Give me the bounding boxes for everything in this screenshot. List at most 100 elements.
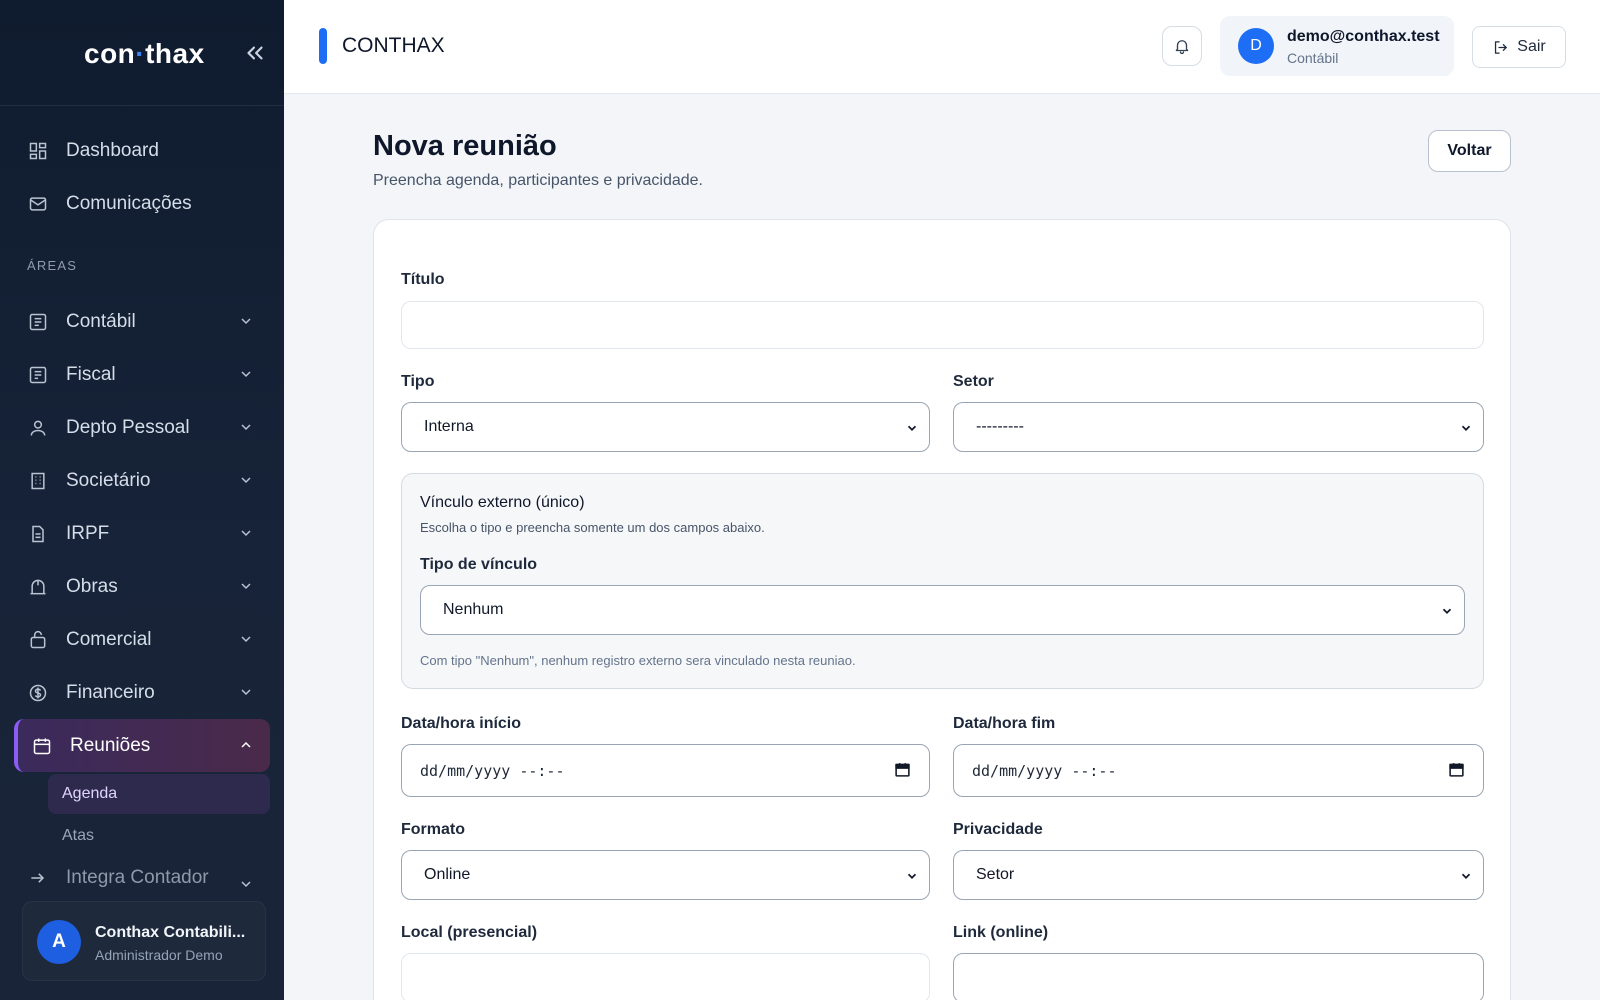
ledger-icon [29, 313, 47, 330]
sidebar-item-label: Comunicações [66, 192, 192, 214]
tipo-select-value: Interna [424, 418, 474, 435]
sidebar-item-label: Contábil [66, 310, 136, 332]
collapse-sidebar-icon[interactable] [242, 40, 268, 66]
chevron-down-icon [907, 425, 917, 431]
sidebar-item-label: Depto Pessoal [66, 416, 190, 438]
sidebar-item-irpf[interactable]: IRPF [14, 507, 270, 560]
tipo-label: Tipo [401, 373, 435, 390]
logo-text-left: con [84, 38, 136, 69]
logout-button[interactable]: Sair [1472, 26, 1566, 68]
sidebar-item-contabil[interactable]: Contábil [14, 295, 270, 348]
receipt-icon [29, 366, 47, 383]
chevron-up-icon [241, 741, 251, 748]
sidebar-item-reunioes[interactable]: Reuniões [14, 719, 270, 772]
user-role: Administrador Demo [95, 947, 223, 963]
sidebar-user-card[interactable]: A Conthax Contabili... Administrador Dem… [22, 901, 266, 981]
sidebar-item-label: Societário [66, 469, 151, 491]
calendar-icon [33, 738, 51, 754]
chevron-down-icon [1442, 608, 1452, 614]
sidebar-item-comercial[interactable]: Comercial [14, 613, 270, 666]
vinculo-description: Escolha o tipo e preencha somente um dos… [420, 520, 765, 535]
vinculo-note: Com tipo "Nenhum", nenhum registro exter… [420, 653, 856, 668]
sidebar-item-label: Fiscal [66, 363, 116, 385]
brand-accent-bar [319, 28, 327, 64]
sidebar-item-financeiro[interactable]: Financeiro [14, 666, 270, 719]
logout-label: Sair [1517, 38, 1546, 55]
privacidade-select[interactable]: Setor [953, 850, 1484, 900]
inicio-label: Data/hora início [401, 715, 522, 732]
logo-text-right: thax [145, 38, 205, 69]
topbar-title: CONTHAX [342, 34, 445, 57]
formato-select[interactable]: Online [401, 850, 930, 900]
sidebar-item-depto-pessoal[interactable]: Depto Pessoal [14, 401, 270, 454]
fim-datetime-input[interactable]: dd/mm/yyyy --:-- [953, 744, 1484, 797]
account-role: Contábil [1287, 50, 1339, 66]
avatar: A [37, 920, 81, 964]
account-menu[interactable]: D demo@conthax.test Contábil [1220, 16, 1454, 76]
sidebar-item-societario[interactable]: Societário [14, 454, 270, 507]
bag-icon [30, 630, 46, 648]
meeting-form-card: Título Tipo Interna Setor --------- Vínc… [373, 219, 1511, 1000]
inicio-placeholder: dd/mm/yyyy --:-- [420, 761, 565, 780]
avatar: D [1238, 28, 1274, 64]
chevron-down-icon [241, 424, 251, 431]
bell-icon [1175, 40, 1189, 55]
logo-dot: · [135, 38, 146, 69]
sidebar-item-label: Dashboard [66, 139, 159, 161]
sidebar-header: con·thax [0, 0, 284, 106]
sidebar-item-integra-contador[interactable]: Integra Contador [14, 858, 270, 898]
person-icon [30, 420, 46, 436]
sidebar-item-label: IRPF [66, 522, 110, 544]
notifications-button[interactable] [1162, 26, 1202, 66]
sidebar-item-dashboard[interactable]: Dashboard [14, 124, 270, 177]
chevron-down-icon [241, 318, 251, 325]
chevron-down-icon [241, 371, 251, 378]
sidebar-subitem-agenda[interactable]: Agenda [48, 774, 270, 814]
logout-icon [1495, 40, 1508, 54]
back-button[interactable]: Voltar [1428, 130, 1511, 172]
titulo-input[interactable] [401, 301, 1484, 349]
tipo-vinculo-select[interactable]: Nenhum [420, 585, 1465, 635]
sidebar-item-label: Comercial [66, 628, 152, 650]
sidebar-nav: Dashboard Comunicações ÁREAS Contábil Fi… [0, 124, 284, 898]
setor-select[interactable]: --------- [953, 402, 1484, 452]
setor-label: Setor [953, 373, 994, 390]
chevron-down-icon [241, 530, 251, 537]
chevron-down-icon [241, 477, 251, 484]
sidebar-item-label: Reuniões [70, 734, 151, 756]
sidebar-item-obras[interactable]: Obras [14, 560, 270, 613]
link-label: Link (online) [953, 924, 1049, 941]
page-title: Nova reunião [373, 130, 557, 162]
sidebar-item-label: Financeiro [66, 681, 155, 703]
tipo-vinculo-select-value: Nenhum [443, 601, 504, 618]
sidebar-subitem-atas[interactable]: Atas [48, 816, 270, 856]
tipo-select[interactable]: Interna [401, 402, 930, 452]
dollar-icon [29, 684, 47, 701]
local-input[interactable] [401, 953, 930, 1000]
document-icon [32, 525, 44, 542]
app-logo[interactable]: con·thax [84, 38, 205, 70]
privacidade-select-value: Setor [976, 866, 1015, 883]
chevron-down-icon [1461, 425, 1471, 431]
building-icon [31, 472, 45, 489]
sidebar-item-label: Obras [66, 575, 118, 597]
construction-icon [30, 579, 46, 594]
titulo-label: Título [401, 271, 445, 288]
calendar-icon[interactable] [894, 761, 911, 778]
chevron-down-icon [907, 873, 917, 879]
chevron-down-icon [241, 881, 251, 888]
account-email: demo@conthax.test [1287, 28, 1440, 45]
calendar-icon[interactable] [1448, 761, 1465, 778]
chevron-down-icon [241, 636, 251, 643]
topbar: CONTHAX D demo@conthax.test Contábil Sai… [284, 0, 1600, 94]
sidebar-item-fiscal[interactable]: Fiscal [14, 348, 270, 401]
sidebar: con·thax Dashboard Comunicações ÁREAS Co… [0, 0, 284, 1000]
mail-icon [29, 196, 47, 211]
fim-placeholder: dd/mm/yyyy --:-- [972, 761, 1117, 780]
sidebar-item-comunicacoes[interactable]: Comunicações [14, 177, 270, 230]
arrow-right-icon [31, 873, 45, 883]
inicio-datetime-input[interactable]: dd/mm/yyyy --:-- [401, 744, 930, 797]
link-input[interactable] [953, 953, 1484, 1000]
chevron-down-icon [241, 689, 251, 696]
tipo-vinculo-label: Tipo de vínculo [420, 556, 538, 573]
